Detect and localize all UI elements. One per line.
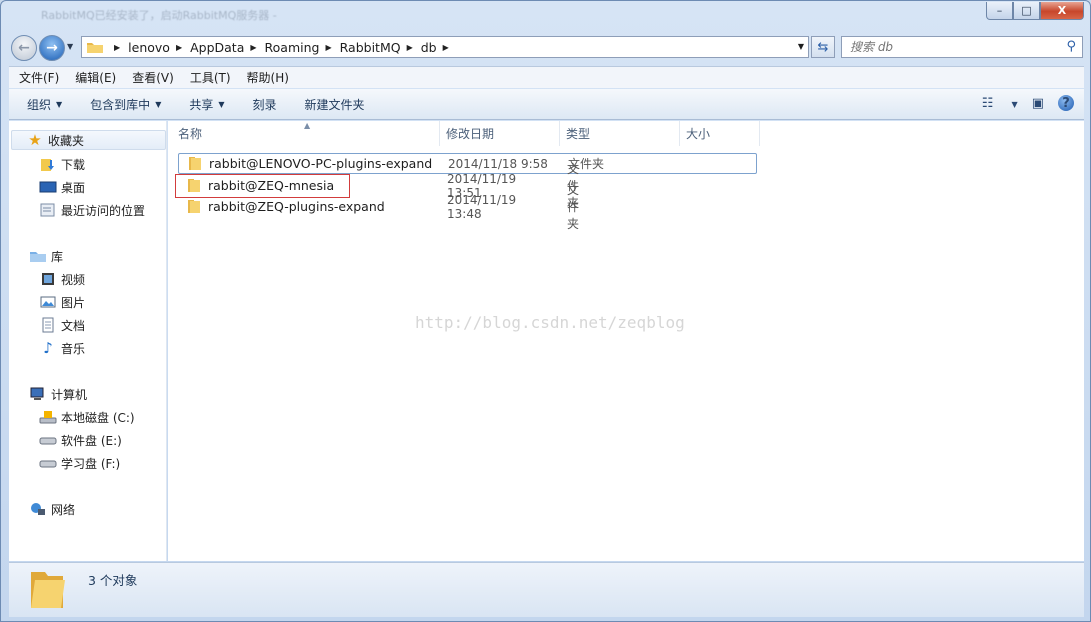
help-icon[interactable]: ? bbox=[1058, 95, 1074, 111]
search-icon[interactable]: ⚲ bbox=[1066, 39, 1076, 54]
column-header-size[interactable]: 大小 bbox=[680, 121, 760, 146]
breadcrumb-db[interactable]: db ▶ bbox=[421, 40, 457, 55]
forward-arrow-icon: → bbox=[46, 40, 58, 56]
breadcrumb-roaming[interactable]: Roaming ▶ bbox=[265, 40, 340, 55]
nav-computer[interactable]: 计算机 bbox=[29, 384, 87, 404]
address-bar[interactable]: ▶ lenovo ▶ AppData ▶ Roaming ▶ RabbitMQ ▶ db… bbox=[81, 36, 809, 58]
pictures-icon bbox=[40, 296, 56, 308]
navigation-row: ← → ▼ ▶ lenovo ▶ AppData ▶ Roaming ▶ Rabbit… bbox=[9, 34, 1084, 61]
back-button[interactable]: ← bbox=[11, 35, 37, 61]
nav-pictures[interactable]: 图片 bbox=[39, 292, 85, 312]
search-input[interactable] bbox=[850, 40, 1050, 54]
minimize-button[interactable]: – bbox=[986, 2, 1013, 20]
status-bar: 3 个对象 bbox=[9, 562, 1084, 617]
desktop-icon bbox=[39, 181, 57, 193]
share-button[interactable]: 共享 ▼ bbox=[189, 96, 224, 113]
nav-videos[interactable]: 视频 bbox=[39, 269, 85, 289]
recent-places-icon bbox=[40, 203, 55, 217]
nav-drive-c[interactable]: 本地磁盘 (C:) bbox=[39, 407, 135, 427]
title-bar[interactable]: RabbitMQ已经安装了，启动RabbitMQ服务器 - – □ X bbox=[1, 1, 1090, 31]
address-dropdown-icon[interactable]: ▼ bbox=[798, 42, 804, 51]
table-row[interactable]: rabbit@ZEQ-plugins-expand 2014/11/19 13:… bbox=[178, 183, 579, 231]
refresh-icon: ⇆ bbox=[817, 39, 829, 55]
computer-icon bbox=[30, 387, 44, 400]
menu-help[interactable]: 帮助(H) bbox=[247, 69, 289, 86]
menu-edit[interactable]: 编辑(E) bbox=[75, 69, 116, 86]
video-icon bbox=[42, 273, 54, 285]
crumb-separator[interactable]: ▶ bbox=[108, 43, 128, 52]
new-folder-button[interactable]: 新建文件夹 bbox=[305, 96, 365, 113]
music-note-icon: ♪ bbox=[43, 339, 53, 357]
item-count: 3 个对象 bbox=[88, 573, 138, 588]
maximize-button[interactable]: □ bbox=[1013, 2, 1040, 20]
preview-pane-icon[interactable]: ▣ bbox=[1032, 96, 1044, 111]
nav-drive-f[interactable]: 学习盘 (F:) bbox=[39, 453, 120, 473]
chevron-down-icon: ▼ bbox=[218, 99, 225, 109]
folder-icon bbox=[87, 43, 103, 53]
nav-downloads[interactable]: 下载 bbox=[39, 154, 85, 174]
navigation-pane: ★ 收藏夹 下载 桌面 最近访问的位置 库 视频 图片 文档 ♪ 音乐 计算机 … bbox=[9, 121, 167, 561]
folder-icon bbox=[31, 572, 65, 608]
view-controls: ☷ ▼ ▣ ? bbox=[968, 95, 1074, 111]
menu-bar: 文件(F) 编辑(E) 查看(V) 工具(T) 帮助(H) bbox=[9, 66, 1084, 88]
system-drive-icon bbox=[39, 411, 57, 424]
explorer-window: RabbitMQ已经安装了，启动RabbitMQ服务器 - – □ X ← → … bbox=[0, 0, 1091, 622]
watermark: http://blog.csdn.net/zeqblog bbox=[415, 313, 685, 332]
recent-pages-dropdown[interactable]: ▼ bbox=[67, 42, 73, 51]
breadcrumb-rabbitmq[interactable]: RabbitMQ ▶ bbox=[340, 40, 421, 55]
column-header-date[interactable]: 修改日期 bbox=[440, 121, 560, 146]
window-title: RabbitMQ已经安装了，启动RabbitMQ服务器 - bbox=[41, 9, 277, 22]
search-box[interactable]: ⚲ bbox=[841, 36, 1083, 58]
menu-tools[interactable]: 工具(T) bbox=[190, 69, 231, 86]
breadcrumb-lenovo[interactable]: lenovo ▶ bbox=[128, 40, 190, 55]
chevron-down-icon: ▼ bbox=[155, 99, 162, 109]
nav-music[interactable]: ♪ 音乐 bbox=[39, 338, 85, 358]
refresh-button[interactable]: ⇆ bbox=[811, 36, 835, 58]
nav-drive-e[interactable]: 软件盘 (E:) bbox=[39, 430, 122, 450]
hard-drive-icon bbox=[39, 460, 57, 468]
nav-network[interactable]: 网络 bbox=[29, 499, 75, 519]
library-icon bbox=[30, 252, 46, 262]
back-arrow-icon: ← bbox=[18, 40, 30, 56]
window-controls: – □ X bbox=[986, 2, 1084, 20]
organize-button[interactable]: 组织 ▼ bbox=[27, 96, 62, 113]
command-bar: 组织 ▼ 包含到库中 ▼ 共享 ▼ 刻录 新建文件夹 ☷ ▼ ▣ ? bbox=[9, 89, 1084, 120]
menu-view[interactable]: 查看(V) bbox=[132, 69, 174, 86]
nav-libraries[interactable]: 库 bbox=[29, 246, 63, 266]
include-in-library-button[interactable]: 包含到库中 ▼ bbox=[90, 96, 161, 113]
sort-ascending-icon: ▲ bbox=[304, 121, 311, 130]
view-options-icon[interactable]: ☷ ▼ bbox=[982, 96, 1018, 111]
nav-desktop[interactable]: 桌面 bbox=[39, 177, 85, 197]
nav-documents[interactable]: 文档 bbox=[39, 315, 85, 335]
burn-button[interactable]: 刻录 bbox=[253, 96, 277, 113]
folder-icon bbox=[188, 200, 200, 213]
hard-drive-icon bbox=[39, 437, 57, 445]
folder-icon bbox=[189, 157, 201, 170]
star-icon: ★ bbox=[28, 131, 42, 149]
close-button[interactable]: X bbox=[1040, 2, 1084, 20]
menu-file[interactable]: 文件(F) bbox=[19, 69, 59, 86]
forward-button[interactable]: → bbox=[39, 35, 65, 61]
downloads-folder-icon bbox=[41, 159, 54, 171]
column-header-type[interactable]: 类型 bbox=[560, 121, 680, 146]
highlight-box bbox=[175, 174, 350, 198]
chevron-down-icon: ▼ bbox=[56, 99, 63, 109]
nav-favorites[interactable]: ★ 收藏夹 bbox=[11, 130, 166, 150]
nav-recent-places[interactable]: 最近访问的位置 bbox=[39, 200, 145, 220]
network-icon bbox=[31, 503, 45, 515]
breadcrumb-appdata[interactable]: AppData ▶ bbox=[190, 40, 264, 55]
document-icon bbox=[42, 317, 54, 333]
